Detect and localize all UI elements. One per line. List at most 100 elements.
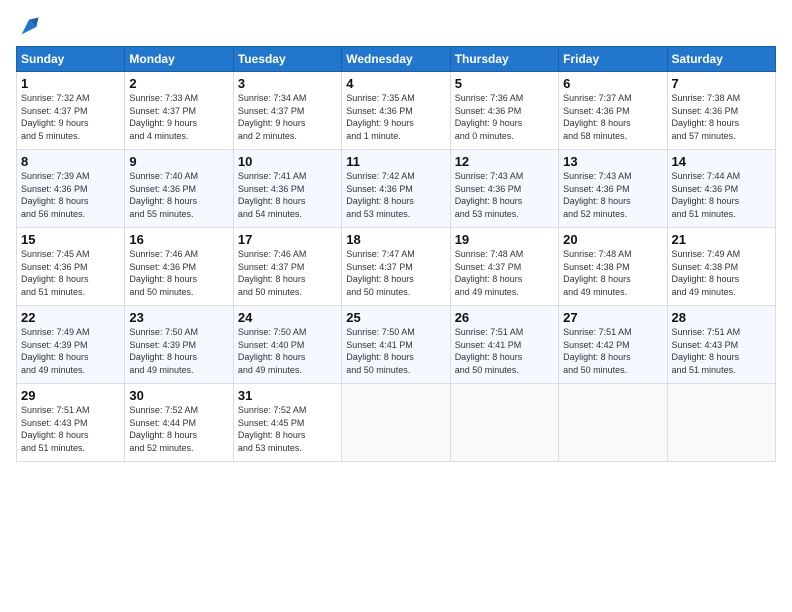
calendar-cell: 2Sunrise: 7:33 AMSunset: 4:37 PMDaylight… [125, 72, 233, 150]
day-number: 9 [129, 154, 228, 169]
calendar-cell: 22Sunrise: 7:49 AMSunset: 4:39 PMDayligh… [17, 306, 125, 384]
calendar-cell: 5Sunrise: 7:36 AMSunset: 4:36 PMDaylight… [450, 72, 558, 150]
cell-details: Sunrise: 7:43 AMSunset: 4:36 PMDaylight:… [455, 170, 554, 220]
cell-details: Sunrise: 7:43 AMSunset: 4:36 PMDaylight:… [563, 170, 662, 220]
day-number: 18 [346, 232, 445, 247]
day-number: 30 [129, 388, 228, 403]
day-number: 21 [672, 232, 771, 247]
calendar-cell: 26Sunrise: 7:51 AMSunset: 4:41 PMDayligh… [450, 306, 558, 384]
cell-details: Sunrise: 7:48 AMSunset: 4:38 PMDaylight:… [563, 248, 662, 298]
day-number: 1 [21, 76, 120, 91]
calendar-cell: 14Sunrise: 7:44 AMSunset: 4:36 PMDayligh… [667, 150, 775, 228]
cell-details: Sunrise: 7:36 AMSunset: 4:36 PMDaylight:… [455, 92, 554, 142]
week-row-2: 8Sunrise: 7:39 AMSunset: 4:36 PMDaylight… [17, 150, 776, 228]
cell-details: Sunrise: 7:48 AMSunset: 4:37 PMDaylight:… [455, 248, 554, 298]
day-number: 10 [238, 154, 337, 169]
calendar-cell: 13Sunrise: 7:43 AMSunset: 4:36 PMDayligh… [559, 150, 667, 228]
cell-details: Sunrise: 7:51 AMSunset: 4:42 PMDaylight:… [563, 326, 662, 376]
day-number: 31 [238, 388, 337, 403]
calendar-cell: 3Sunrise: 7:34 AMSunset: 4:37 PMDaylight… [233, 72, 341, 150]
cell-details: Sunrise: 7:42 AMSunset: 4:36 PMDaylight:… [346, 170, 445, 220]
header-cell-monday: Monday [125, 47, 233, 72]
cell-details: Sunrise: 7:38 AMSunset: 4:36 PMDaylight:… [672, 92, 771, 142]
calendar-cell: 25Sunrise: 7:50 AMSunset: 4:41 PMDayligh… [342, 306, 450, 384]
cell-details: Sunrise: 7:35 AMSunset: 4:36 PMDaylight:… [346, 92, 445, 142]
header-row: SundayMondayTuesdayWednesdayThursdayFrid… [17, 47, 776, 72]
cell-details: Sunrise: 7:52 AMSunset: 4:45 PMDaylight:… [238, 404, 337, 454]
calendar-cell: 12Sunrise: 7:43 AMSunset: 4:36 PMDayligh… [450, 150, 558, 228]
cell-details: Sunrise: 7:33 AMSunset: 4:37 PMDaylight:… [129, 92, 228, 142]
day-number: 27 [563, 310, 662, 325]
cell-details: Sunrise: 7:32 AMSunset: 4:37 PMDaylight:… [21, 92, 120, 142]
day-number: 28 [672, 310, 771, 325]
calendar-cell: 6Sunrise: 7:37 AMSunset: 4:36 PMDaylight… [559, 72, 667, 150]
day-number: 17 [238, 232, 337, 247]
day-number: 20 [563, 232, 662, 247]
day-number: 13 [563, 154, 662, 169]
calendar-cell [559, 384, 667, 462]
day-number: 5 [455, 76, 554, 91]
day-number: 2 [129, 76, 228, 91]
day-number: 19 [455, 232, 554, 247]
cell-details: Sunrise: 7:37 AMSunset: 4:36 PMDaylight:… [563, 92, 662, 142]
cell-details: Sunrise: 7:49 AMSunset: 4:39 PMDaylight:… [21, 326, 120, 376]
logo-icon [18, 16, 40, 38]
calendar-cell: 15Sunrise: 7:45 AMSunset: 4:36 PMDayligh… [17, 228, 125, 306]
day-number: 16 [129, 232, 228, 247]
calendar-cell: 23Sunrise: 7:50 AMSunset: 4:39 PMDayligh… [125, 306, 233, 384]
day-number: 24 [238, 310, 337, 325]
calendar-cell: 31Sunrise: 7:52 AMSunset: 4:45 PMDayligh… [233, 384, 341, 462]
cell-details: Sunrise: 7:39 AMSunset: 4:36 PMDaylight:… [21, 170, 120, 220]
day-number: 15 [21, 232, 120, 247]
day-number: 25 [346, 310, 445, 325]
day-number: 11 [346, 154, 445, 169]
day-number: 14 [672, 154, 771, 169]
header [16, 16, 776, 38]
page-container: SundayMondayTuesdayWednesdayThursdayFrid… [0, 0, 792, 470]
calendar-cell: 28Sunrise: 7:51 AMSunset: 4:43 PMDayligh… [667, 306, 775, 384]
week-row-4: 22Sunrise: 7:49 AMSunset: 4:39 PMDayligh… [17, 306, 776, 384]
day-number: 7 [672, 76, 771, 91]
cell-details: Sunrise: 7:50 AMSunset: 4:39 PMDaylight:… [129, 326, 228, 376]
calendar-cell: 29Sunrise: 7:51 AMSunset: 4:43 PMDayligh… [17, 384, 125, 462]
cell-details: Sunrise: 7:50 AMSunset: 4:40 PMDaylight:… [238, 326, 337, 376]
cell-details: Sunrise: 7:46 AMSunset: 4:37 PMDaylight:… [238, 248, 337, 298]
cell-details: Sunrise: 7:45 AMSunset: 4:36 PMDaylight:… [21, 248, 120, 298]
header-cell-wednesday: Wednesday [342, 47, 450, 72]
calendar-table: SundayMondayTuesdayWednesdayThursdayFrid… [16, 46, 776, 462]
header-cell-sunday: Sunday [17, 47, 125, 72]
calendar-cell: 20Sunrise: 7:48 AMSunset: 4:38 PMDayligh… [559, 228, 667, 306]
calendar-cell [450, 384, 558, 462]
day-number: 8 [21, 154, 120, 169]
day-number: 12 [455, 154, 554, 169]
calendar-cell: 1Sunrise: 7:32 AMSunset: 4:37 PMDaylight… [17, 72, 125, 150]
calendar-cell: 24Sunrise: 7:50 AMSunset: 4:40 PMDayligh… [233, 306, 341, 384]
header-cell-tuesday: Tuesday [233, 47, 341, 72]
week-row-3: 15Sunrise: 7:45 AMSunset: 4:36 PMDayligh… [17, 228, 776, 306]
calendar-cell: 18Sunrise: 7:47 AMSunset: 4:37 PMDayligh… [342, 228, 450, 306]
calendar-cell: 16Sunrise: 7:46 AMSunset: 4:36 PMDayligh… [125, 228, 233, 306]
header-cell-friday: Friday [559, 47, 667, 72]
calendar-cell: 10Sunrise: 7:41 AMSunset: 4:36 PMDayligh… [233, 150, 341, 228]
cell-details: Sunrise: 7:47 AMSunset: 4:37 PMDaylight:… [346, 248, 445, 298]
header-cell-saturday: Saturday [667, 47, 775, 72]
day-number: 23 [129, 310, 228, 325]
day-number: 29 [21, 388, 120, 403]
cell-details: Sunrise: 7:41 AMSunset: 4:36 PMDaylight:… [238, 170, 337, 220]
calendar-cell: 8Sunrise: 7:39 AMSunset: 4:36 PMDaylight… [17, 150, 125, 228]
cell-details: Sunrise: 7:49 AMSunset: 4:38 PMDaylight:… [672, 248, 771, 298]
calendar-cell: 4Sunrise: 7:35 AMSunset: 4:36 PMDaylight… [342, 72, 450, 150]
week-row-1: 1Sunrise: 7:32 AMSunset: 4:37 PMDaylight… [17, 72, 776, 150]
day-number: 26 [455, 310, 554, 325]
calendar-cell: 30Sunrise: 7:52 AMSunset: 4:44 PMDayligh… [125, 384, 233, 462]
cell-details: Sunrise: 7:46 AMSunset: 4:36 PMDaylight:… [129, 248, 228, 298]
day-number: 22 [21, 310, 120, 325]
calendar-cell: 19Sunrise: 7:48 AMSunset: 4:37 PMDayligh… [450, 228, 558, 306]
cell-details: Sunrise: 7:51 AMSunset: 4:43 PMDaylight:… [21, 404, 120, 454]
day-number: 6 [563, 76, 662, 91]
cell-details: Sunrise: 7:51 AMSunset: 4:43 PMDaylight:… [672, 326, 771, 376]
week-row-5: 29Sunrise: 7:51 AMSunset: 4:43 PMDayligh… [17, 384, 776, 462]
calendar-cell: 17Sunrise: 7:46 AMSunset: 4:37 PMDayligh… [233, 228, 341, 306]
calendar-cell: 7Sunrise: 7:38 AMSunset: 4:36 PMDaylight… [667, 72, 775, 150]
calendar-cell: 21Sunrise: 7:49 AMSunset: 4:38 PMDayligh… [667, 228, 775, 306]
